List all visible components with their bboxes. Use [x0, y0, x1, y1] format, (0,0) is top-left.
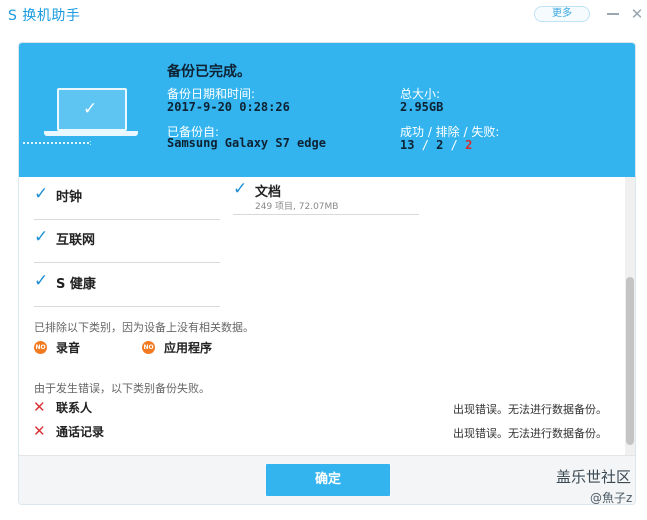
- failed-message: 出现错误。无法进行数据备份。: [453, 427, 607, 440]
- stats-excluded: 2: [436, 138, 444, 152]
- watermark-handle: @魚子z: [590, 491, 633, 505]
- stats-separator: /: [450, 138, 458, 152]
- list-item: ✓ 互联网: [34, 225, 220, 263]
- laptop-base: [44, 131, 138, 136]
- checkmark-icon: ✓: [233, 179, 248, 199]
- source-value: Samsung Galaxy S7 edge: [167, 136, 326, 150]
- category-name: S 健康: [56, 277, 96, 292]
- minimize-icon[interactable]: [607, 13, 619, 15]
- list-item: ✓ S 健康: [34, 269, 220, 307]
- excluded-item: 应用程序: [164, 341, 213, 355]
- size-value: 2.95GB: [400, 100, 444, 114]
- no-badge-icon: NO: [34, 341, 47, 354]
- watermark-text: 盖乐世社区: [556, 468, 632, 486]
- progress-dots: [23, 142, 89, 145]
- stats-value: 13 / 2 / 2: [400, 138, 472, 152]
- cross-icon: ✕: [33, 422, 46, 440]
- footer: 确定: [19, 455, 635, 504]
- category-name: 互联网: [56, 233, 96, 248]
- failed-message: 出现错误。无法进行数据备份。: [453, 403, 607, 416]
- failed-item: 联系人: [56, 401, 93, 415]
- stats-failed: 2: [465, 138, 473, 152]
- stats-separator: /: [421, 138, 429, 152]
- list-item: ✓ 时钟: [34, 182, 220, 220]
- checkmark-icon: ✓: [34, 271, 49, 291]
- scrollbar[interactable]: [625, 177, 635, 455]
- result-content: ✓ 时钟 ✓ 文档 249 项目, 72.07MB ✓ 互联网 ✓ S 健康 已…: [19, 177, 624, 455]
- no-badge-icon: NO: [142, 341, 155, 354]
- excluded-note: 已排除以下类别，因为设备上没有相关数据。: [34, 321, 254, 334]
- progress-end-icon: :: [89, 138, 92, 147]
- banner-title: 备份已完成。: [167, 64, 251, 80]
- excluded-item: 录音: [56, 341, 81, 355]
- cross-icon: ✕: [33, 398, 46, 416]
- date-value: 2017-9-20 0:28:26: [167, 100, 290, 114]
- backup-result-card: ✓ : 备份已完成。 备份日期和时间: 2017-9-20 0:28:26 已备…: [18, 42, 636, 505]
- more-button[interactable]: 更多: [534, 6, 590, 22]
- failed-item: 通话记录: [56, 425, 105, 439]
- stats-success: 13: [400, 138, 415, 152]
- checkmark-icon: ✓: [34, 227, 49, 247]
- checkmark-icon: ✓: [83, 99, 98, 119]
- category-detail: 249 项目, 72.07MB: [255, 202, 339, 212]
- app-title: S 换机助手: [8, 8, 81, 24]
- summary-banner: ✓ : 备份已完成。 备份日期和时间: 2017-9-20 0:28:26 已备…: [19, 43, 635, 177]
- list-item: ✓ 文档 249 项目, 72.07MB: [233, 177, 419, 215]
- title-bar: S 换机助手 更多 ✕: [0, 0, 647, 30]
- category-name: 时钟: [56, 190, 83, 205]
- scrollbar-thumb[interactable]: [626, 277, 634, 445]
- failed-note: 由于发生错误，以下类别备份失败。: [34, 382, 210, 395]
- close-icon[interactable]: ✕: [630, 7, 644, 22]
- checkmark-icon: ✓: [34, 184, 49, 204]
- category-name: 文档: [255, 185, 282, 200]
- confirm-button[interactable]: 确定: [266, 464, 390, 496]
